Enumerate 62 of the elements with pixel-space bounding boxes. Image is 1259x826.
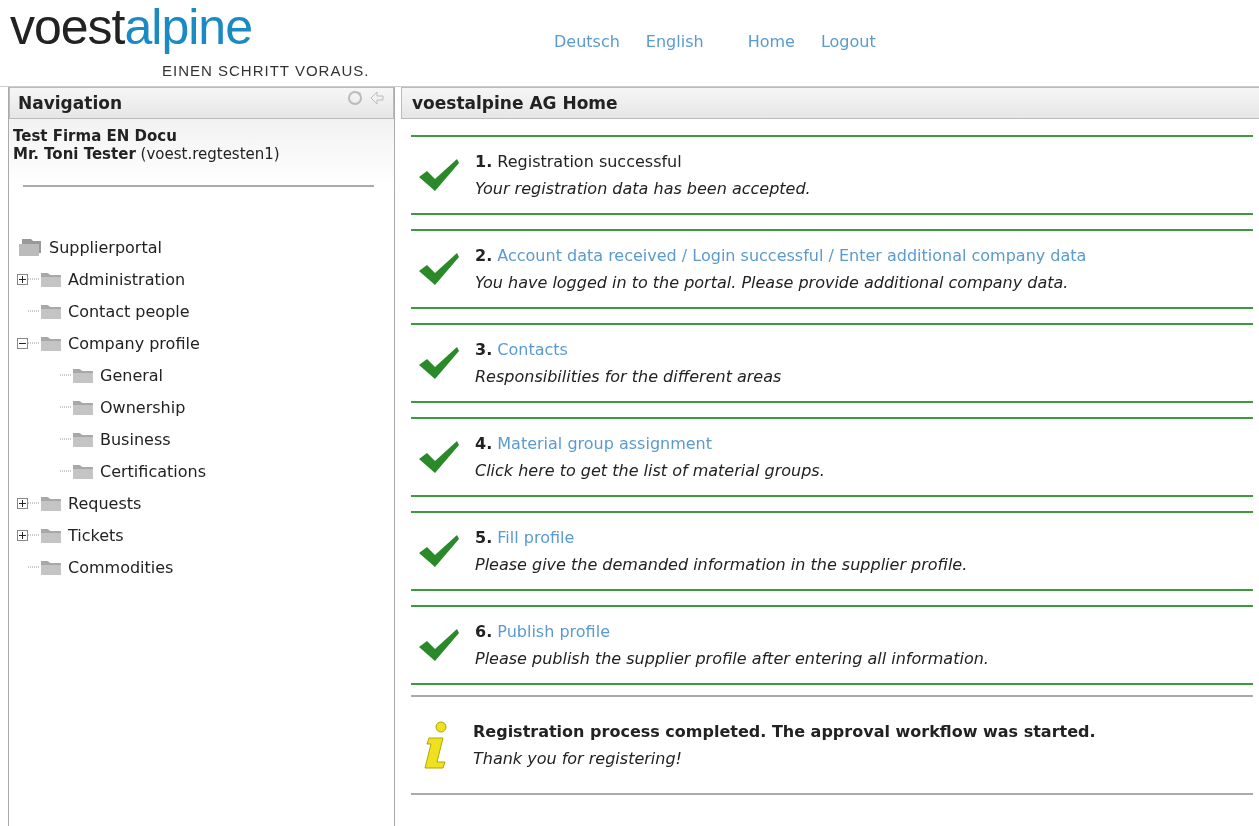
page-title: voestalpine AG Home — [412, 93, 618, 113]
folder-icon — [72, 366, 94, 384]
folder-icon — [40, 302, 62, 320]
folders-icon — [17, 237, 43, 257]
tree-line — [60, 406, 72, 408]
checkmark-icon — [417, 251, 461, 287]
tree-item[interactable]: Tickets — [68, 525, 124, 545]
tree-line — [28, 342, 40, 344]
step-description: Click here to get the list of material groups. — [475, 460, 825, 482]
tree-item[interactable]: Requests — [68, 493, 142, 513]
panel-title: Navigation — [18, 93, 122, 113]
step-description: Your registration data has been accepted. — [475, 178, 811, 200]
tree-item[interactable]: Contact people — [68, 301, 190, 321]
expand-icon[interactable] — [17, 529, 28, 541]
tree-item[interactable]: Commodities — [68, 557, 174, 577]
expand-icon[interactable] — [17, 273, 28, 285]
step-title[interactable]: 5. Fill profile — [475, 524, 968, 551]
logo: voestalpine — [10, 2, 252, 52]
company-name: Test Firma EN Docu — [13, 127, 178, 145]
tree-item[interactable]: Business — [100, 429, 171, 449]
checkmark-icon — [417, 157, 461, 193]
folder-icon — [72, 398, 94, 416]
tree-line — [60, 470, 72, 472]
tree-line — [60, 438, 72, 440]
notice-text: Thank you for registering! — [473, 748, 683, 770]
folder-icon — [40, 558, 62, 576]
tree-line — [28, 534, 40, 536]
collapse-icon[interactable] — [17, 337, 28, 349]
notice-title: Registration process completed. The approval workflow was started. — [473, 721, 1096, 743]
step-title[interactable]: 3. Contacts — [475, 336, 782, 363]
checkmark-icon — [417, 439, 461, 475]
checkmark-icon — [417, 627, 461, 663]
folder-icon — [40, 526, 62, 544]
expand-icon[interactable] — [17, 497, 28, 509]
tree-item[interactable]: Certifications — [100, 461, 206, 481]
checkmark-icon — [417, 533, 461, 569]
folder-icon — [72, 462, 94, 480]
tree-line — [28, 502, 40, 504]
tree-line — [60, 374, 72, 376]
folder-icon — [72, 430, 94, 448]
step-title[interactable]: 6. Publish profile — [475, 618, 989, 645]
checkmark-icon — [417, 345, 461, 381]
step-description: Responsibilities for the different areas — [475, 366, 782, 388]
step-title[interactable]: 2. Account data received / Login successful / Enter additional company data — [475, 242, 1087, 269]
tree-line — [28, 278, 40, 280]
step-description: Please give the demanded information in the supplier profile. — [475, 554, 968, 576]
step-title[interactable]: 4. Material group assignment — [475, 430, 825, 457]
step-title: 1. Registration successful — [475, 151, 683, 173]
tagline: EINEN SCHRITT VORAUS. — [162, 62, 370, 79]
folder-icon — [40, 270, 62, 288]
tree-line — [28, 310, 40, 312]
folder-icon — [40, 494, 62, 512]
user-name: Mr. Toni Tester (voest.regtesten1) — [13, 145, 281, 163]
tree-line — [28, 566, 40, 568]
tree-item[interactable]: General — [100, 365, 164, 385]
tree-item[interactable]: Administration — [68, 269, 186, 289]
step-description: You have logged in to the portal. Please provide additional company data. — [475, 272, 1070, 294]
tree-item[interactable]: Company profile — [68, 333, 200, 353]
tree-item[interactable]: Supplierportal — [49, 237, 162, 257]
step-description: Please publish the supplier profile after entering all information. — [475, 648, 989, 670]
folder-icon — [40, 334, 62, 352]
tree-item[interactable]: Ownership — [100, 397, 186, 417]
